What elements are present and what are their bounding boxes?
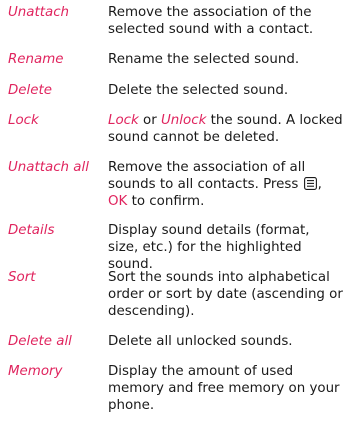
- unlock-keyword: Unlock: [161, 113, 207, 128]
- term-memory: Memory: [8, 364, 63, 379]
- term-details: Details: [8, 223, 55, 238]
- options-list: Unattach Remove the association of the s…: [0, 0, 346, 437]
- description-delete-all: Delete all unlocked sounds.: [108, 334, 293, 349]
- description-rename: Rename the selected sound.: [108, 52, 300, 67]
- term-lock: Lock: [8, 113, 39, 128]
- menu-key-icon: [303, 177, 317, 190]
- term-unattach: Unattach: [8, 5, 70, 20]
- description-details: Display sound details (format, size, etc…: [108, 223, 310, 272]
- unattach-all-pre-text: Remove the association of all sounds to …: [108, 160, 306, 192]
- term-delete: Delete: [8, 83, 52, 98]
- term-rename: Rename: [8, 52, 64, 67]
- description-delete: Delete the selected sound.: [108, 83, 289, 98]
- description-unattach: Remove the association of the selected s…: [108, 5, 314, 37]
- comma-text: ,: [317, 177, 322, 192]
- description-sort: Sort the sounds into alphabetical order …: [108, 270, 343, 319]
- unattach-all-post-text: to confirm.: [127, 194, 205, 209]
- description-lock: Lock or Unlock the sound. A locked sound…: [108, 112, 344, 146]
- or-text: or: [138, 113, 161, 128]
- lock-keyword: Lock: [108, 113, 139, 128]
- term-delete-all: Delete all: [8, 334, 72, 349]
- ok-keyword: OK: [108, 194, 128, 209]
- description-unattach-all: Remove the association of all sounds to …: [108, 159, 344, 210]
- term-unattach-all: Unattach all: [8, 160, 89, 175]
- term-sort: Sort: [8, 270, 36, 285]
- description-memory: Display the amount of used memory and fr…: [108, 364, 340, 413]
